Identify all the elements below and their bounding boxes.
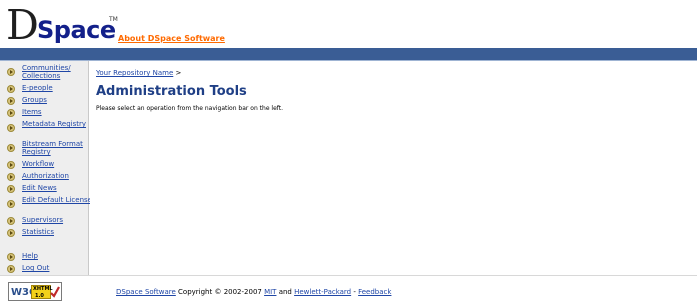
footer-copyright: DSpace Software Copyright © 2002-2007 MI… [116, 288, 391, 296]
checkmark-icon [50, 286, 60, 298]
arrow-bullet-icon [7, 109, 15, 117]
hewlett-packard-link[interactable]: Hewlett-Packard [294, 288, 351, 296]
arrow-bullet-icon [7, 185, 15, 193]
breadcrumb: Your Repository Name > [96, 69, 181, 77]
sidebar-item-label[interactable]: E-people [22, 84, 92, 92]
sidebar-item-label[interactable]: Communities/ Collections [22, 64, 92, 80]
sidebar-item-label[interactable]: Log Out [22, 264, 92, 272]
dspace-logo[interactable]: D Space TM [6, 1, 118, 49]
sidebar-item-label[interactable]: Bitstream Format Registry [22, 140, 92, 156]
arrow-bullet-icon [7, 97, 15, 105]
sidebar-item-label[interactable]: Supervisors [22, 216, 92, 224]
arrow-bullet-icon [7, 173, 15, 181]
logo-wordmark: Space [37, 16, 116, 44]
page-title: Administration Tools [96, 84, 247, 99]
sidebar-item-label[interactable]: Edit News [22, 184, 92, 192]
header: D Space TM About DSpace Software [0, 0, 697, 51]
about-dspace-link[interactable]: About DSpace Software [118, 34, 225, 43]
main-content: Your Repository Name > Administration To… [90, 61, 697, 275]
logo-trademark: TM [109, 16, 118, 23]
sidebar-item-label[interactable]: Statistics [22, 228, 92, 236]
footer: W3C XHTML 1.0 DSpace Software Copyright … [0, 275, 697, 303]
arrow-bullet-icon [7, 217, 15, 225]
w3c-xhtml-badge[interactable]: W3C XHTML 1.0 [8, 282, 62, 301]
arrow-bullet-icon [7, 85, 15, 93]
logo-letter-d: D [6, 1, 39, 49]
sidebar-item-label[interactable]: Workflow [22, 160, 92, 168]
sidebar-item-label[interactable]: Edit Default License [22, 196, 92, 204]
arrow-bullet-icon [7, 253, 15, 261]
arrow-bullet-icon [7, 144, 15, 152]
arrow-bullet-icon [7, 124, 15, 132]
sidebar-item-label[interactable]: Items [22, 108, 92, 116]
arrow-bullet-icon [7, 265, 15, 273]
dspace-software-link[interactable]: DSpace Software [116, 288, 176, 296]
arrow-bullet-icon [7, 161, 15, 169]
xhtml-label-box: XHTML 1.0 [31, 285, 53, 299]
arrow-bullet-icon [7, 200, 15, 208]
feedback-link[interactable]: Feedback [358, 288, 391, 296]
xhtml-version: 1.0 [35, 293, 44, 299]
sidebar-navigation: Communities/ Collections E-people Groups… [0, 61, 92, 275]
breadcrumb-repository-link[interactable]: Your Repository Name [96, 69, 173, 77]
intro-text: Please select an operation from the navi… [96, 105, 284, 112]
arrow-bullet-icon [7, 68, 15, 76]
sidebar-item-label[interactable]: Help [22, 252, 92, 260]
arrow-bullet-icon [7, 229, 15, 237]
sidebar-item-label[interactable]: Groups [22, 96, 92, 104]
mit-link[interactable]: MIT [264, 288, 276, 296]
and-text: and [276, 288, 295, 296]
breadcrumb-separator: > [173, 69, 182, 77]
copyright-text: Copyright © 2002-2007 [175, 288, 265, 296]
sidebar-item-label[interactable]: Metadata Registry [22, 120, 92, 128]
header-bar [0, 48, 697, 60]
sidebar-item-label[interactable]: Authorization [22, 172, 92, 180]
